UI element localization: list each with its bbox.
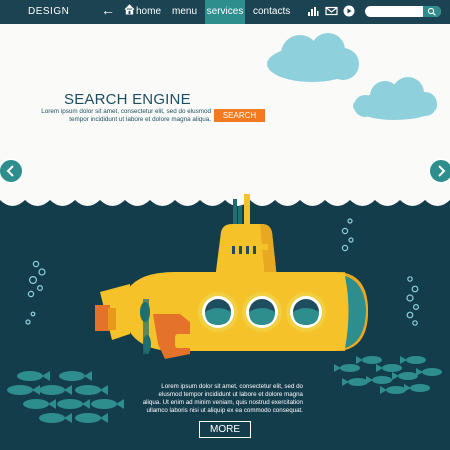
search-box — [365, 6, 441, 17]
cloud-left — [267, 33, 359, 82]
home-icon[interactable] — [124, 4, 135, 15]
search-icon — [427, 7, 436, 16]
nav-item-home[interactable]: home — [136, 6, 161, 17]
more-button[interactable]: MORE — [199, 421, 251, 438]
nav-item-services-label: services — [206, 6, 244, 17]
body-description: Lorem ipsum dolor sit amet, consectetur … — [142, 383, 303, 415]
back-arrow-icon[interactable]: ← — [101, 3, 115, 17]
chevron-left-icon — [6, 165, 14, 177]
cloud-right — [353, 77, 437, 120]
chart-icon[interactable] — [307, 5, 319, 17]
hero-title: SEARCH ENGINE — [64, 91, 191, 108]
brand-logo[interactable]: DESIGN — [28, 6, 69, 17]
nav-item-menu[interactable]: menu — [172, 6, 197, 17]
hero-description: Lorem ipsum dolor sit amet, consectetur … — [41, 108, 211, 123]
search-input[interactable] — [370, 6, 424, 17]
search-button[interactable]: SEARCH — [214, 109, 265, 122]
next-slide-button[interactable] — [428, 158, 450, 184]
search-submit-button[interactable] — [423, 6, 441, 17]
nav-item-contacts[interactable]: contacts — [253, 6, 290, 17]
top-nav: DESIGN ← home menu services contacts — [0, 0, 450, 29]
mail-icon[interactable] — [325, 5, 338, 17]
play-icon[interactable] — [343, 5, 355, 17]
nav-item-services[interactable]: services — [205, 0, 245, 29]
chevron-right-icon — [438, 165, 446, 177]
